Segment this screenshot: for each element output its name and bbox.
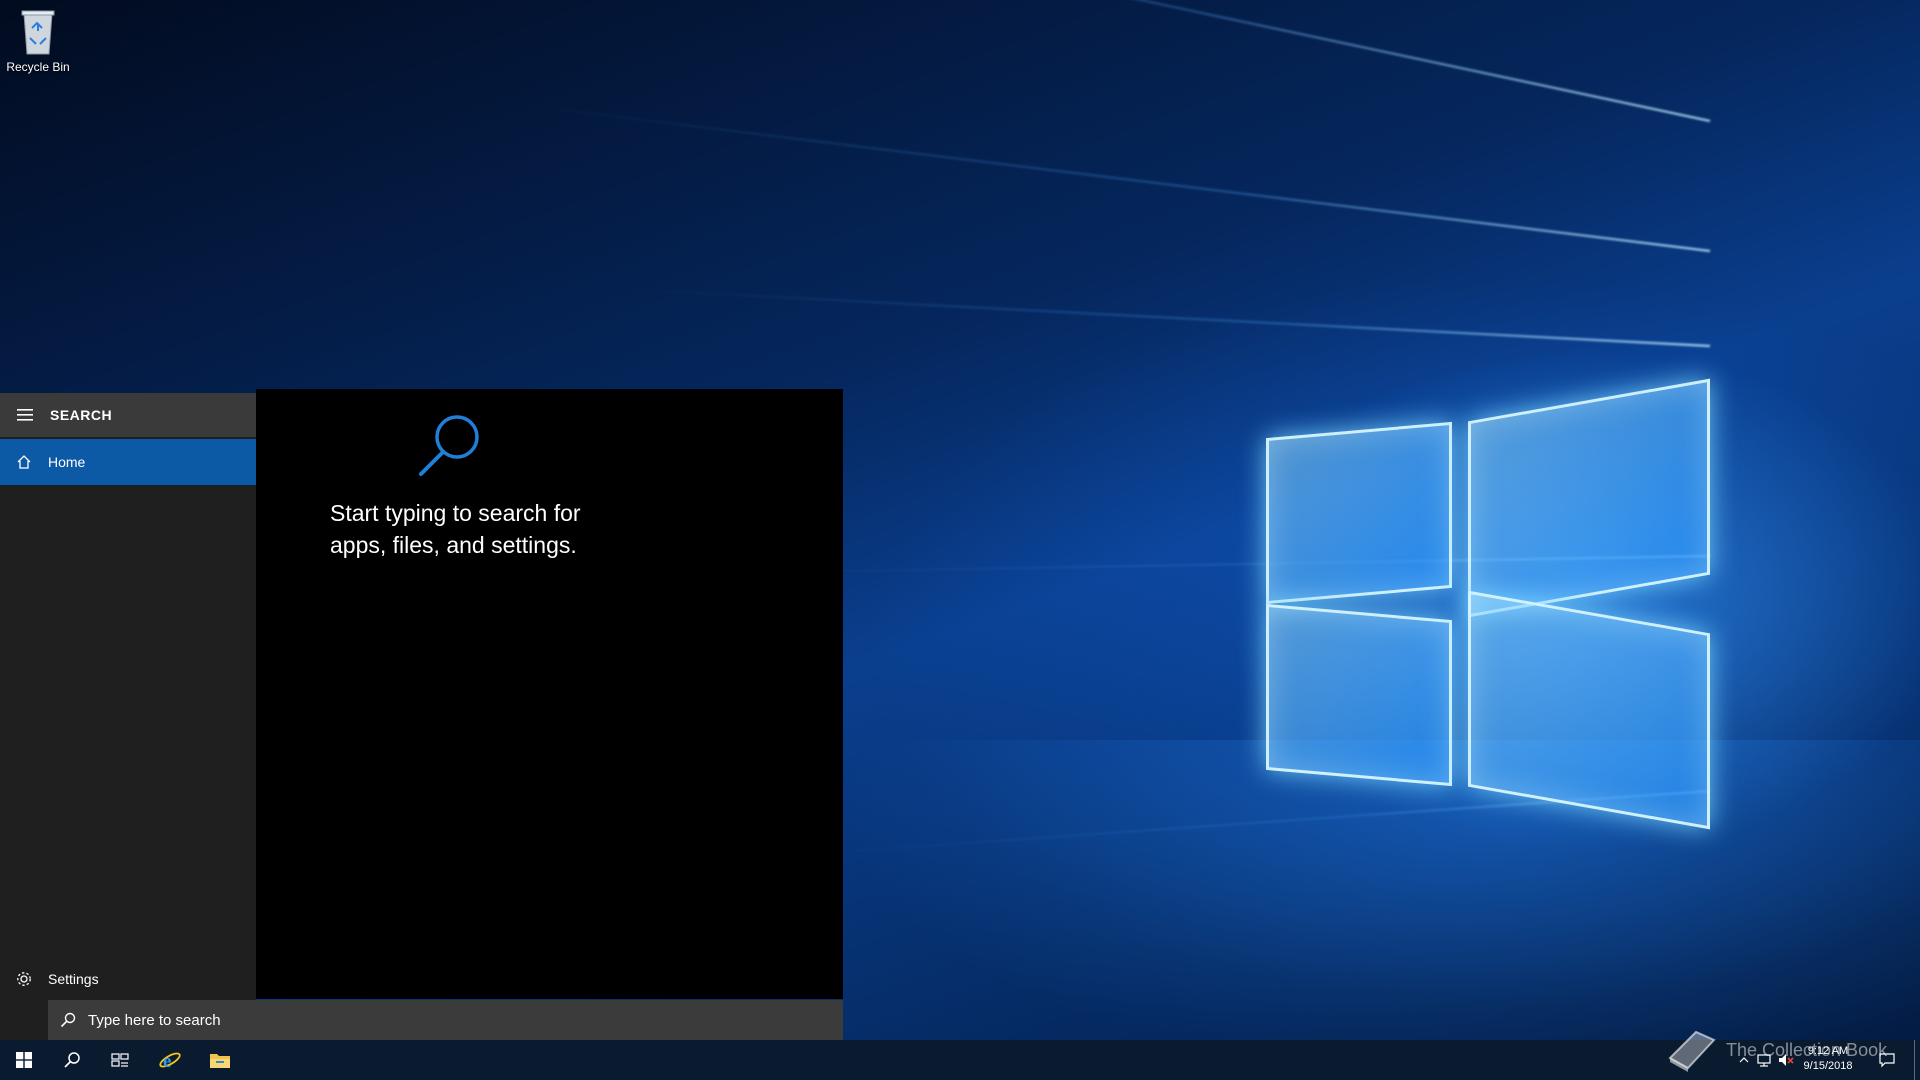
tray-network-button[interactable] — [1754, 1040, 1774, 1080]
search-nav-pane: SEARCH Home Settings — [0, 393, 256, 1041]
clock-date: 9/15/2018 — [1803, 1060, 1853, 1072]
search-box-icon — [60, 1012, 76, 1028]
action-center-icon — [1879, 1053, 1895, 1068]
gear-icon — [17, 972, 31, 986]
nav-item-home-label: Home — [48, 454, 86, 470]
logo-pane-top-right — [1468, 378, 1710, 618]
nav-item-home[interactable]: Home — [0, 439, 256, 485]
home-icon — [17, 455, 31, 469]
recycle-bin-icon — [21, 10, 55, 55]
logo-pane-top-left — [1266, 421, 1452, 605]
svg-text:e: e — [163, 1051, 171, 1072]
search-box[interactable] — [48, 1000, 843, 1040]
recycle-bin-label: Recycle Bin — [6, 60, 70, 74]
tray-overflow-button[interactable] — [1736, 1040, 1752, 1080]
taskbar: e 9:12 AM 9/15/2018 — [0, 1040, 1920, 1080]
nav-item-settings-label: Settings — [48, 971, 99, 987]
action-center-button[interactable] — [1872, 1040, 1902, 1080]
search-results-pane: Start typing to search for apps, files, … — [256, 389, 843, 999]
logo-pane-bottom-left — [1266, 603, 1452, 787]
search-header-label: SEARCH — [50, 407, 113, 423]
task-view-button[interactable] — [96, 1040, 144, 1080]
taskbar-search-button[interactable] — [48, 1040, 96, 1080]
search-flyout: SEARCH Home Settings Start typing to sea… — [0, 389, 843, 1041]
clock-time: 9:12 AM — [1807, 1045, 1849, 1057]
search-header: SEARCH — [0, 393, 256, 437]
start-button[interactable] — [0, 1040, 48, 1080]
desktop-icon-recycle-bin[interactable]: Recycle Bin — [4, 6, 72, 74]
internet-explorer-icon: e — [159, 1051, 181, 1072]
network-icon — [1757, 1054, 1771, 1067]
taskbar-file-explorer[interactable] — [196, 1040, 244, 1080]
hamburger-icon — [17, 409, 33, 421]
chevron-up-icon — [1739, 1057, 1749, 1063]
search-input[interactable] — [88, 1011, 688, 1029]
windows-start-icon — [16, 1052, 32, 1068]
file-explorer-icon — [210, 1054, 230, 1068]
taskbar-clock[interactable]: 9:12 AM 9/15/2018 — [1792, 1044, 1864, 1074]
show-desktop-button[interactable] — [1914, 1040, 1920, 1080]
task-view-icon — [111, 1053, 129, 1067]
search-hint-text: Start typing to search for apps, files, … — [330, 500, 581, 558]
nav-item-settings[interactable]: Settings — [0, 959, 256, 999]
search-icon — [419, 415, 479, 476]
search-icon — [64, 1052, 80, 1068]
taskbar-internet-explorer[interactable]: e — [146, 1040, 194, 1080]
hamburger-menu-button[interactable] — [0, 393, 50, 437]
